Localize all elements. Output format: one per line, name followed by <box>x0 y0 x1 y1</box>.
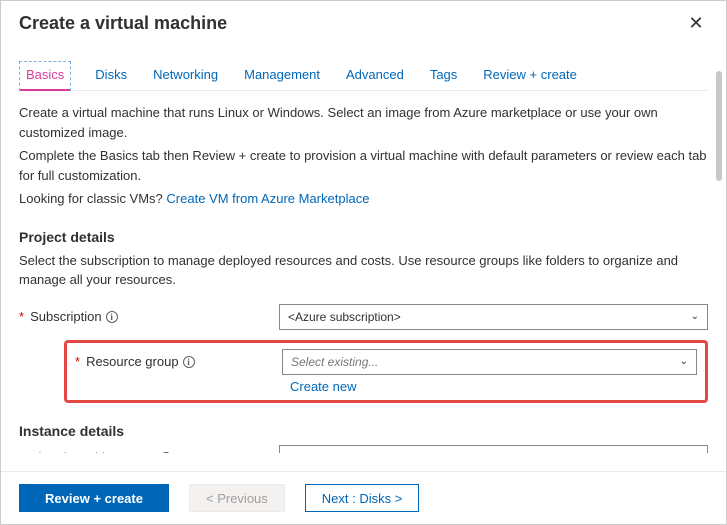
tab-advanced[interactable]: Advanced <box>344 61 406 90</box>
project-details-heading: Project details <box>19 229 708 245</box>
tab-disks[interactable]: Disks <box>93 61 129 90</box>
vm-name-input[interactable] <box>279 445 708 454</box>
intro-line-1: Create a virtual machine that runs Linux… <box>19 103 708 142</box>
close-icon: ✕ <box>688 13 703 33</box>
review-create-button[interactable]: Review + create <box>19 484 169 512</box>
subscription-control: <Azure subscription> ⌄ <box>279 304 708 330</box>
resource-group-highlight: * Resource group i Select existing... ⌄ … <box>64 340 708 403</box>
resource-group-row: * Resource group i Select existing... ⌄ <box>75 349 697 375</box>
tab-basics[interactable]: Basics <box>19 61 71 91</box>
resource-group-placeholder: Select existing... <box>291 355 378 369</box>
project-details-desc: Select the subscription to manage deploy… <box>19 251 708 290</box>
vm-name-label-text: Virtual machine name <box>30 450 156 453</box>
info-icon[interactable]: i <box>183 356 195 368</box>
next-button[interactable]: Next : Disks > <box>305 484 420 512</box>
vm-name-label: * Virtual machine name i <box>19 450 279 453</box>
tab-review-create[interactable]: Review + create <box>481 61 579 90</box>
vm-name-row: * Virtual machine name i <box>19 445 708 454</box>
tab-networking[interactable]: Networking <box>151 61 220 90</box>
scrollbar[interactable] <box>716 71 722 181</box>
info-icon[interactable]: i <box>106 311 118 323</box>
tab-bar: Basics Disks Networking Management Advan… <box>19 61 708 91</box>
close-button[interactable]: ✕ <box>684 11 708 35</box>
resource-group-label-text: Resource group <box>86 354 179 369</box>
chevron-down-icon: ⌄ <box>691 311 699 322</box>
intro-classic-text: Looking for classic VMs? <box>19 191 166 206</box>
resource-group-select[interactable]: Select existing... ⌄ <box>282 349 697 375</box>
required-indicator: * <box>75 354 80 369</box>
previous-button: < Previous <box>189 484 285 512</box>
subscription-label-text: Subscription <box>30 309 102 324</box>
intro-line-3: Looking for classic VMs? Create VM from … <box>19 189 708 209</box>
subscription-value: <Azure subscription> <box>288 310 401 324</box>
vm-name-control <box>279 445 708 454</box>
tab-tags[interactable]: Tags <box>428 61 459 90</box>
instance-details-heading: Instance details <box>19 423 708 439</box>
subscription-select[interactable]: <Azure subscription> ⌄ <box>279 304 708 330</box>
info-icon[interactable]: i <box>160 452 172 454</box>
chevron-down-icon: ⌄ <box>680 356 688 367</box>
resource-group-control: Select existing... ⌄ <box>282 349 697 375</box>
marketplace-link[interactable]: Create VM from Azure Marketplace <box>166 191 369 206</box>
blade-header: Create a virtual machine ✕ <box>1 1 726 43</box>
page-title: Create a virtual machine <box>19 13 227 34</box>
intro-line-2: Complete the Basics tab then Review + cr… <box>19 146 708 185</box>
resource-group-label: * Resource group i <box>75 354 282 369</box>
subscription-row: * Subscription i <Azure subscription> ⌄ <box>19 304 708 330</box>
tab-management[interactable]: Management <box>242 61 322 90</box>
required-indicator: * <box>19 450 24 453</box>
footer-bar: Review + create < Previous Next : Disks … <box>1 471 726 524</box>
content-area: Basics Disks Networking Management Advan… <box>1 43 726 453</box>
required-indicator: * <box>19 309 24 324</box>
create-new-link[interactable]: Create new <box>290 379 356 394</box>
subscription-label: * Subscription i <box>19 309 279 324</box>
